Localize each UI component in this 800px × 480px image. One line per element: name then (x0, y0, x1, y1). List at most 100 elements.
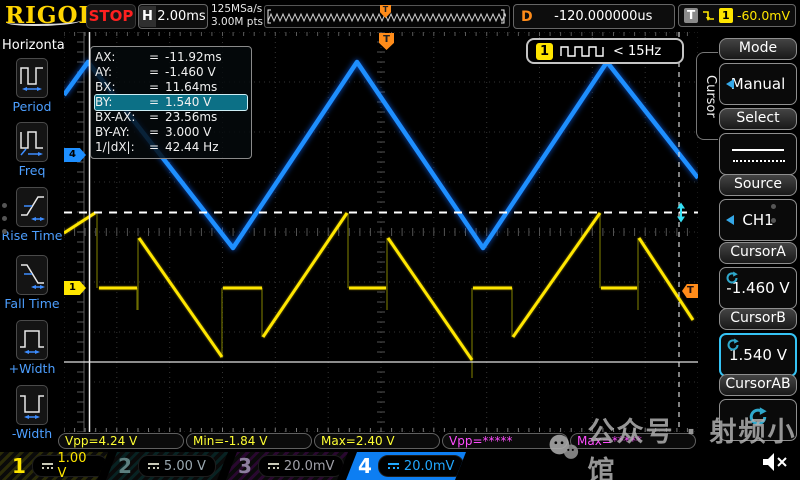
waveform-memory-bar: T (264, 5, 510, 28)
trigger-status-box: T 1 -60.0mV (678, 4, 796, 27)
channel-number: 2 (118, 454, 132, 478)
page-dot (2, 216, 7, 221)
wechat-icon (546, 430, 583, 468)
cursor-a-line-icon (732, 149, 784, 151)
softkey-cursorb[interactable]: CursorB 1.540 V (719, 308, 797, 377)
channel-scale-box: 5.00 V (138, 455, 216, 477)
page-dot (2, 229, 7, 234)
menu-item-fall-time[interactable]: Fall Time (0, 255, 64, 311)
waveform-display: AX:=-11.92msAY:=-1.460 VBX:=11.64msBY:=1… (64, 32, 699, 432)
oscilloscope-screen: RIGOL STOP H 2.00ms 125MSa/s 3.00M pts T… (0, 0, 800, 480)
softkey-value-box[interactable]: -1.460 V (719, 267, 797, 309)
trigger-label: T (684, 8, 698, 23)
delay-value: -120.000000us (533, 9, 674, 24)
softkey-select[interactable]: Select (719, 108, 797, 175)
horizontal-delay-box: D -120.000000us (513, 4, 675, 29)
softkey-title: CursorB (719, 308, 797, 330)
measurement-slot-2[interactable]: Min=-1.84 V (186, 433, 312, 449)
softkey-value-box[interactable]: 1.540 V (719, 333, 797, 377)
cursor-readout-row: AX:=-11.92ms (95, 50, 247, 65)
rise-time-icon (16, 187, 48, 227)
channel-1-status[interactable]: 1 1.00 V (0, 452, 108, 480)
softkey-value: Manual (731, 75, 786, 93)
softkey-value-box[interactable]: Manual (719, 63, 797, 105)
memory-depth: 3.00M pts (211, 16, 263, 29)
channel-scale: 20.0mV (404, 459, 455, 474)
left-arrow-icon (726, 215, 734, 225)
cursor-b-line-icon (733, 160, 785, 162)
cursor-readout-row: BX:=11.64ms (95, 80, 247, 95)
cursor-readout-row: BY:=1.540 V (95, 95, 247, 110)
menu-item-label: Freq (0, 163, 64, 178)
menu-item-label: Rise Time (0, 228, 64, 243)
cursor-readout-row: 1/|dX|:=42.44 Hz (95, 140, 247, 155)
cursor-menu-tab[interactable]: Cursor (696, 52, 718, 140)
dc-coupling-icon (268, 463, 279, 469)
measurement-slot-1[interactable]: Vpp=4.24 V (58, 433, 184, 449)
menu-item-label: Period (0, 99, 64, 114)
softkey-title: Mode (719, 38, 797, 60)
sound-muted-icon (760, 450, 790, 478)
acquisition-info: 125MSa/s 3.00M pts (211, 3, 263, 29)
pos-width-icon (16, 320, 48, 360)
softkey-cursora[interactable]: CursorA -1.460 V (719, 242, 797, 309)
channel-scale-box: 20.0mV (258, 455, 345, 477)
dc-coupling-icon (148, 463, 159, 469)
menu-item-label: +Width (0, 361, 64, 376)
period-icon (16, 58, 48, 98)
rotate-knob-icon (725, 271, 739, 289)
neg-width-icon (16, 385, 48, 425)
cursor-readout-row: AY:=-1.460 V (95, 65, 247, 80)
cursor-menu-panel: Cursor Mode Manual Select Source CH1 CursorA -… (698, 32, 800, 452)
channel-2-status[interactable]: 2 5.00 V (106, 452, 228, 480)
brand-logo: RIGOL (5, 2, 96, 29)
channel-scale: 5.00 V (164, 459, 206, 474)
page-dot (771, 218, 776, 223)
dc-coupling-icon (42, 463, 53, 469)
trigger-source-badge: 1 (719, 8, 733, 23)
timebase-value: 2.00ms (156, 9, 207, 24)
page-dot (771, 204, 776, 209)
softkey-title: CursorAB (719, 374, 797, 396)
top-status-bar: RIGOL STOP H 2.00ms 125MSa/s 3.00M pts T… (0, 0, 800, 33)
delay-icon: D (521, 9, 533, 25)
channel-number: 1 (12, 454, 26, 478)
left-arrow-icon (726, 79, 734, 89)
menu-item-freq[interactable]: Freq (0, 122, 64, 178)
softkey-value: CH1 (742, 211, 773, 229)
frequency-counter-badge: 1 < 15Hz (526, 38, 684, 64)
counter-source-badge: 1 (536, 43, 553, 60)
cursor-readout-row: BY-AY:=3.000 V (95, 125, 247, 140)
measurement-slot-3[interactable]: Max=2.40 V (314, 433, 440, 449)
softkey-mode[interactable]: Mode Manual (719, 38, 797, 105)
menu-item-period[interactable]: Period (0, 58, 64, 114)
channel-scale-box: 1.00 V (32, 455, 108, 477)
channel-scale: 20.0mV (284, 459, 335, 474)
timebase-box[interactable]: H 2.00ms (138, 4, 208, 29)
channel-3-status[interactable]: 3 20.0mV (226, 452, 348, 480)
measure-menu: Horizontal PeriodFreqRise TimeFall Time+… (0, 32, 64, 452)
menu-item--width[interactable]: +Width (0, 320, 64, 376)
cursor-readout-box: AX:=-11.92msAY:=-1.460 VBX:=11.64msBY:=1… (90, 46, 252, 159)
channel-scale: 1.00 V (58, 451, 98, 480)
counter-reading: < 15Hz (613, 44, 661, 59)
square-wave-icon (560, 44, 606, 58)
menu-item-rise-time[interactable]: Rise Time (0, 187, 64, 243)
freq-icon (16, 122, 48, 162)
softkey-title: Source (719, 174, 797, 196)
channel-scale-box: 20.0mV (378, 455, 465, 477)
horizontal-badge: H (139, 6, 156, 27)
softkey-title: Select (719, 108, 797, 130)
page-dot (2, 203, 7, 208)
rotate-knob-icon (726, 338, 740, 356)
softkey-title: CursorA (719, 242, 797, 264)
fall-time-icon (16, 255, 48, 295)
channel-number: 4 (358, 454, 372, 478)
trigger-level-value: -60.0mV (737, 8, 790, 23)
softkey-value-box[interactable] (719, 133, 797, 175)
softkey-value-box[interactable]: CH1 (719, 199, 797, 241)
channel-number: 3 (238, 454, 252, 478)
dc-coupling-icon (388, 463, 399, 469)
softkey-source[interactable]: Source CH1 (719, 174, 797, 241)
channel-4-status[interactable]: 4 20.0mV (346, 452, 466, 480)
